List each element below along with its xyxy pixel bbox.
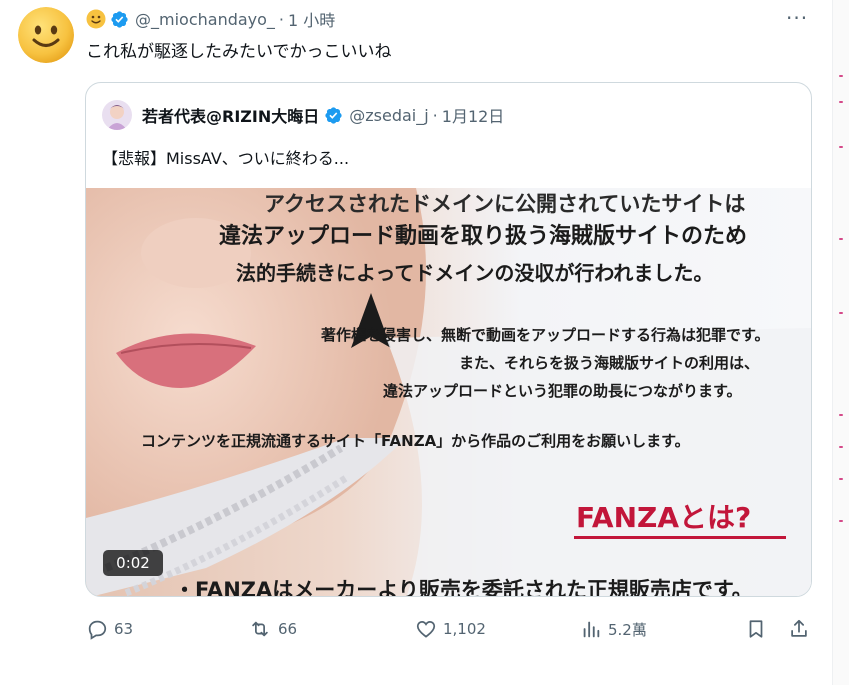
like-icon xyxy=(416,620,436,638)
overlay-fanza-heading: FANZAとは? xyxy=(576,501,752,534)
display-name-emoji-icon xyxy=(86,9,106,29)
share-button[interactable] xyxy=(788,617,816,641)
overlay-line-2: 違法アップロード動画を取り扱う海賊版サイトのため xyxy=(219,224,748,249)
action-bar: 63 66 1,102 5.2萬 xyxy=(86,617,816,641)
like-count: 1,102 xyxy=(443,620,486,638)
quoted-author-handle: @zsedai_j xyxy=(349,105,429,125)
more-options-button[interactable]: ··· xyxy=(786,6,808,30)
smiley-avatar-icon xyxy=(18,7,74,63)
views-button[interactable]: 5.2萬 xyxy=(580,617,647,641)
quoted-date: 1月12日 xyxy=(441,107,505,126)
quoted-author-name: 若者代表@RIZIN大晦日 xyxy=(142,107,320,126)
header-separator: · xyxy=(278,9,285,29)
author-handle[interactable]: @_miochandayo_ xyxy=(135,10,275,29)
adjacent-panel-edge xyxy=(832,0,849,685)
repost-icon xyxy=(252,621,268,637)
tweet-text: これ私が駆逐したみたいでかっこいいね xyxy=(86,42,392,62)
repost-count: 66 xyxy=(278,620,298,638)
reply-icon xyxy=(88,620,107,640)
verified-badge-icon xyxy=(111,10,128,28)
tweet-time[interactable]: 1 小時 xyxy=(288,7,335,31)
views-icon xyxy=(583,621,600,638)
quoted-tweet-header: 若者代表@RIZIN大晦日 @zsedai_j · 1月12日 xyxy=(102,100,505,130)
quoted-video[interactable]: アクセスされたドメインに公開されていたサイトは 違法アップロード動画を取り扱う海… xyxy=(86,188,811,597)
bookmark-button[interactable] xyxy=(745,617,773,641)
reply-button[interactable]: 63 xyxy=(86,617,133,641)
overlay-fanza-underline xyxy=(574,536,786,539)
overlay-line-6: 違法アップロードという犯罪の助長につながります。 xyxy=(383,382,742,400)
repost-button[interactable]: 66 xyxy=(248,617,297,641)
quoted-tweet-card[interactable]: 若者代表@RIZIN大晦日 @zsedai_j · 1月12日 【悲報】Miss… xyxy=(85,82,812,597)
bookmark-icon xyxy=(749,620,763,638)
overlay-line-1: アクセスされたドメインに公開されていたサイトは xyxy=(264,192,746,216)
tweet-header: @_miochandayo_ · 1 小時 xyxy=(86,7,335,31)
like-button[interactable]: 1,102 xyxy=(415,617,486,641)
quoted-tweet-text: 【悲報】MissAV、ついに終わる... xyxy=(102,149,350,168)
overlay-line-3: 法的手続きによってドメインの没収が行われました。 xyxy=(236,261,714,285)
author-avatar[interactable] xyxy=(18,7,74,63)
quoted-author-avatar xyxy=(102,100,132,130)
reply-count: 63 xyxy=(114,620,134,638)
video-timestamp-badge: 0:02 xyxy=(103,550,163,576)
verified-badge-icon xyxy=(325,106,342,124)
share-icon xyxy=(791,619,807,637)
overlay-line-9: ・FANZAはメーカーより販売を委託された正規販売店です。 xyxy=(174,578,753,597)
overlay-line-4: 著作権を侵害し、無断で動画をアップロードする行為は犯罪です。 xyxy=(321,326,770,344)
overlay-line-7: コンテンツを正規流通するサイト「FANZA」から作品のご利用をお願いします。 xyxy=(141,432,690,450)
overlay-line-5: また、それらを扱う海賊版サイトの利用は、 xyxy=(459,354,760,372)
views-count: 5.2萬 xyxy=(608,620,647,639)
quoted-separator: · xyxy=(432,105,438,125)
